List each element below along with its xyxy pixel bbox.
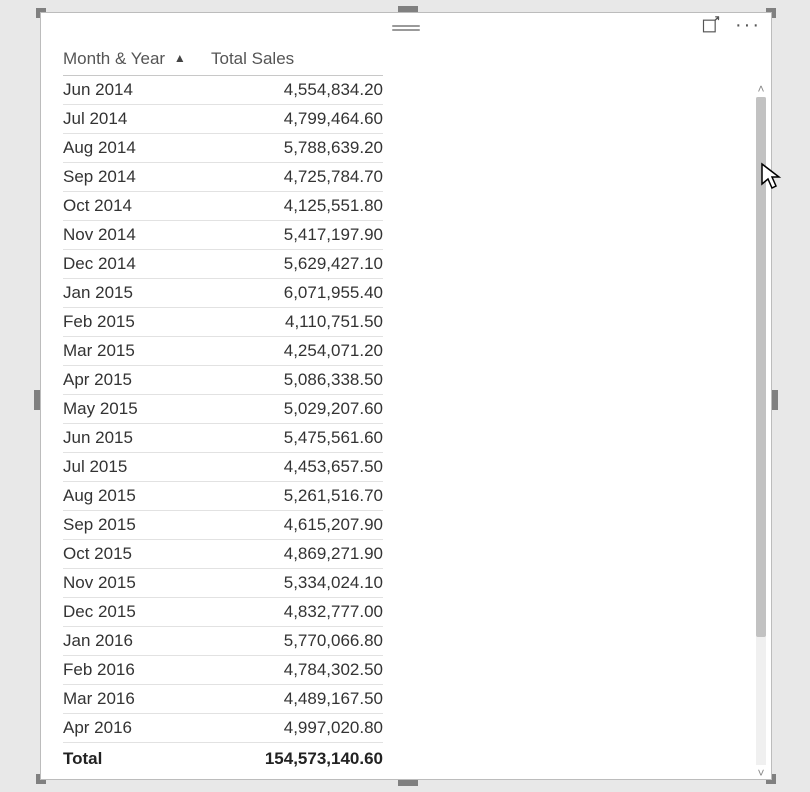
cell-sales: 4,125,551.80 xyxy=(211,192,383,221)
table-header-row: Month & Year ▲ Total Sales xyxy=(63,43,383,76)
cell-month: May 2015 xyxy=(63,395,211,424)
sort-ascending-icon: ▲ xyxy=(174,51,186,65)
column-header-month-label: Month & Year xyxy=(63,49,165,68)
table-row[interactable]: Jan 20165,770,066.80 xyxy=(63,627,383,656)
table-row[interactable]: Sep 20154,615,207.90 xyxy=(63,511,383,540)
table-row[interactable]: Jul 20154,453,657.50 xyxy=(63,453,383,482)
cell-month: Nov 2015 xyxy=(63,569,211,598)
cell-sales: 4,554,834.20 xyxy=(211,76,383,105)
resize-handle-right[interactable] xyxy=(772,390,778,410)
table-row[interactable]: Oct 20144,125,551.80 xyxy=(63,192,383,221)
cell-sales: 4,799,464.60 xyxy=(211,105,383,134)
table-row[interactable]: Dec 20154,832,777.00 xyxy=(63,598,383,627)
table-row[interactable]: Nov 20155,334,024.10 xyxy=(63,569,383,598)
more-options-icon[interactable]: ··· xyxy=(735,15,761,41)
cell-month: Oct 2015 xyxy=(63,540,211,569)
table-scroll-area[interactable]: Month & Year ▲ Total Sales Jun 20144,554… xyxy=(63,43,749,779)
cell-month: Jan 2015 xyxy=(63,279,211,308)
cell-month: Jun 2014 xyxy=(63,76,211,105)
table-row[interactable]: Feb 20164,784,302.50 xyxy=(63,656,383,685)
cell-month: Jan 2016 xyxy=(63,627,211,656)
cell-sales: 5,770,066.80 xyxy=(211,627,383,656)
cell-month: Mar 2015 xyxy=(63,337,211,366)
total-value: 154,573,140.60 xyxy=(211,743,383,774)
cell-month: Oct 2014 xyxy=(63,192,211,221)
cell-month: Dec 2015 xyxy=(63,598,211,627)
drag-handle-icon[interactable] xyxy=(392,25,420,31)
cell-sales: 4,110,751.50 xyxy=(211,308,383,337)
table-row[interactable]: Mar 20154,254,071.20 xyxy=(63,337,383,366)
cell-month: Feb 2015 xyxy=(63,308,211,337)
table-row[interactable]: Mar 20164,489,167.50 xyxy=(63,685,383,714)
cell-sales: 4,489,167.50 xyxy=(211,685,383,714)
cell-sales: 5,029,207.60 xyxy=(211,395,383,424)
table-row[interactable]: Jun 20155,475,561.60 xyxy=(63,424,383,453)
cell-month: Jun 2015 xyxy=(63,424,211,453)
table-row[interactable]: Oct 20154,869,271.90 xyxy=(63,540,383,569)
column-header-month[interactable]: Month & Year ▲ xyxy=(63,43,211,76)
cell-month: Apr 2015 xyxy=(63,366,211,395)
cell-month: Aug 2014 xyxy=(63,134,211,163)
cell-month: Feb 2016 xyxy=(63,656,211,685)
table-row[interactable]: Dec 20145,629,427.10 xyxy=(63,250,383,279)
vertical-scrollbar[interactable]: ˄ ˅ xyxy=(753,81,769,781)
scroll-down-arrow-icon[interactable]: ˅ xyxy=(753,765,769,781)
data-table: Month & Year ▲ Total Sales Jun 20144,554… xyxy=(63,43,383,773)
cell-sales: 5,417,197.90 xyxy=(211,221,383,250)
cell-month: Nov 2014 xyxy=(63,221,211,250)
cell-month: Jul 2014 xyxy=(63,105,211,134)
table-visual[interactable]: ··· Month & Year ▲ Total Sales Jun xyxy=(40,12,772,780)
resize-handle-bottom[interactable] xyxy=(398,780,418,786)
table-row[interactable]: Jun 20144,554,834.20 xyxy=(63,76,383,105)
scroll-up-arrow-icon[interactable]: ˄ xyxy=(753,81,769,97)
column-header-sales[interactable]: Total Sales xyxy=(211,43,383,76)
cell-month: Mar 2016 xyxy=(63,685,211,714)
table-row[interactable]: Aug 20155,261,516.70 xyxy=(63,482,383,511)
cell-sales: 6,071,955.40 xyxy=(211,279,383,308)
cell-sales: 4,832,777.00 xyxy=(211,598,383,627)
cell-sales: 5,475,561.60 xyxy=(211,424,383,453)
cell-month: Dec 2014 xyxy=(63,250,211,279)
table-row[interactable]: Apr 20155,086,338.50 xyxy=(63,366,383,395)
cell-sales: 4,254,071.20 xyxy=(211,337,383,366)
cell-sales: 4,784,302.50 xyxy=(211,656,383,685)
table-row[interactable]: May 20155,029,207.60 xyxy=(63,395,383,424)
cell-sales: 4,869,271.90 xyxy=(211,540,383,569)
cell-sales: 4,997,020.80 xyxy=(211,714,383,743)
cell-sales: 4,725,784.70 xyxy=(211,163,383,192)
cell-sales: 4,453,657.50 xyxy=(211,453,383,482)
table-row[interactable]: Sep 20144,725,784.70 xyxy=(63,163,383,192)
cell-sales: 5,261,516.70 xyxy=(211,482,383,511)
scrollbar-thumb[interactable] xyxy=(756,97,766,637)
cell-month: Apr 2016 xyxy=(63,714,211,743)
table-row[interactable]: Nov 20145,417,197.90 xyxy=(63,221,383,250)
cell-sales: 5,629,427.10 xyxy=(211,250,383,279)
table-row[interactable]: Aug 20145,788,639.20 xyxy=(63,134,383,163)
cell-month: Sep 2015 xyxy=(63,511,211,540)
cell-month: Sep 2014 xyxy=(63,163,211,192)
cell-sales: 5,334,024.10 xyxy=(211,569,383,598)
total-row: Total 154,573,140.60 xyxy=(63,743,383,774)
total-label: Total xyxy=(63,743,211,774)
cell-month: Aug 2015 xyxy=(63,482,211,511)
column-header-sales-label: Total Sales xyxy=(211,49,294,68)
table-row[interactable]: Jul 20144,799,464.60 xyxy=(63,105,383,134)
table-row[interactable]: Apr 20164,997,020.80 xyxy=(63,714,383,743)
focus-mode-icon[interactable] xyxy=(701,16,721,41)
cell-month: Jul 2015 xyxy=(63,453,211,482)
table-row[interactable]: Feb 20154,110,751.50 xyxy=(63,308,383,337)
visual-header: ··· xyxy=(41,13,771,43)
cell-sales: 5,086,338.50 xyxy=(211,366,383,395)
cell-sales: 5,788,639.20 xyxy=(211,134,383,163)
cell-sales: 4,615,207.90 xyxy=(211,511,383,540)
table-row[interactable]: Jan 20156,071,955.40 xyxy=(63,279,383,308)
